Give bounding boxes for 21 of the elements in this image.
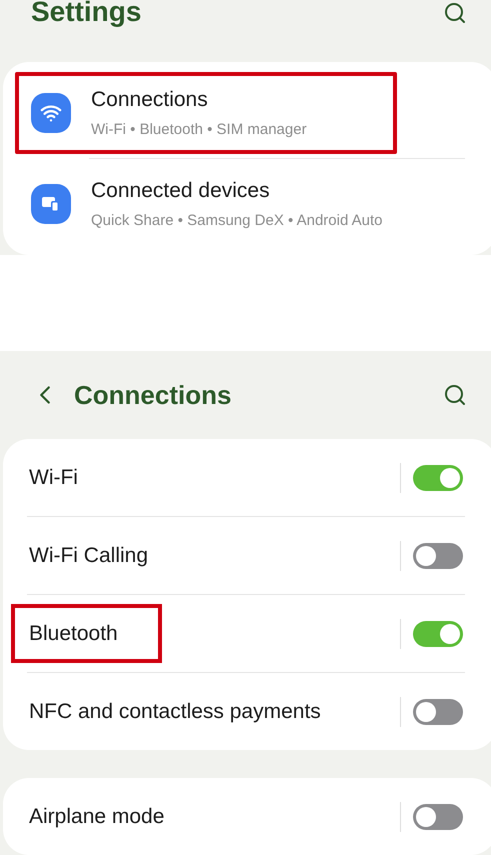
item-subtitle: Wi-Fi • Bluetooth • SIM manager xyxy=(91,120,307,140)
devices-icon xyxy=(31,184,71,224)
toggle-switch[interactable] xyxy=(413,804,463,830)
toggle-switch[interactable] xyxy=(413,464,463,490)
toggle-switch[interactable] xyxy=(413,698,463,724)
setting-label[interactable]: NFC and contactless payments xyxy=(15,686,400,738)
toggle-switch[interactable] xyxy=(413,620,463,646)
setting-label[interactable]: Wi-Fi xyxy=(15,452,400,504)
setting-label[interactable]: Wi-Fi Calling xyxy=(15,530,400,582)
screen-title: Connections xyxy=(74,378,232,412)
toggle-switch[interactable] xyxy=(413,542,463,568)
item-title: Connected devices xyxy=(91,178,271,204)
search-icon[interactable] xyxy=(443,1,467,25)
settings-item[interactable]: Connections Wi-Fi • Bluetooth • SIM manager xyxy=(15,72,397,154)
item-title: Connections xyxy=(91,87,209,114)
item-subtitle: Quick Share • Samsung DeX • Android Auto xyxy=(91,210,382,231)
search-icon[interactable] xyxy=(443,383,467,407)
settings-item[interactable]: Connected devices Quick Share • Samsung DeX • Android Auto xyxy=(15,162,397,245)
wifi-icon xyxy=(31,92,71,133)
setting-label[interactable]: Airplane mode xyxy=(15,790,400,842)
screen-title: Settings xyxy=(31,0,142,29)
